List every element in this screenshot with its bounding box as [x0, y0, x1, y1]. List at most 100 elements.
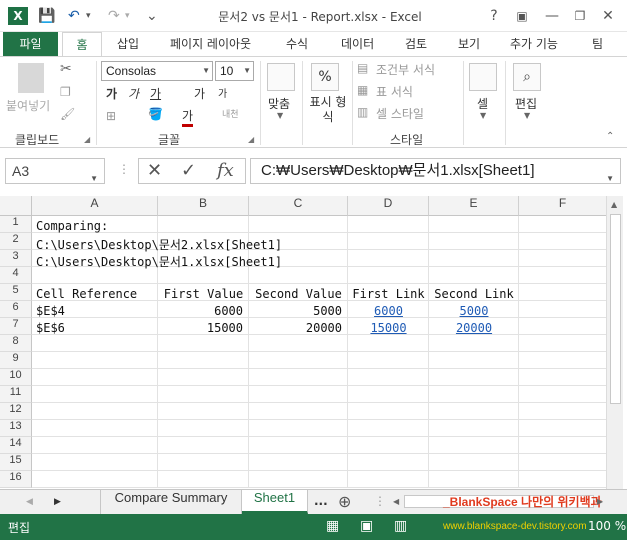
column-header-e[interactable]: E: [429, 196, 519, 216]
vertical-scroll-thumb[interactable]: [610, 214, 621, 404]
font-color-button[interactable]: 가: [182, 107, 194, 127]
add-sheet-icon[interactable]: ⊕: [338, 492, 351, 511]
tab-split-handle-icon[interactable]: ⋮: [374, 494, 386, 508]
chevron-down-icon[interactable]: ▼: [524, 111, 530, 120]
tab-review[interactable]: 검토: [405, 32, 427, 57]
row-header-16[interactable]: 16: [0, 471, 32, 488]
shrink-font-button[interactable]: 가: [218, 85, 227, 100]
undo-dropdown-icon[interactable]: ▾: [86, 6, 91, 26]
cell-a1[interactable]: Comparing:: [36, 219, 108, 236]
conditional-format-icon[interactable]: ▤: [357, 61, 368, 75]
row-header-13[interactable]: 13: [0, 420, 32, 437]
editing-button[interactable]: 편집: [515, 95, 537, 112]
tab-home[interactable]: 홈: [62, 32, 102, 58]
cell-e5[interactable]: Second Link: [429, 287, 519, 304]
cell-d5[interactable]: First Link: [348, 287, 429, 304]
bold-button[interactable]: 가: [106, 85, 117, 102]
number-format-icon[interactable]: %: [311, 63, 339, 91]
save-icon[interactable]: 💾: [38, 6, 55, 26]
cell-styles-icon[interactable]: ▥: [357, 105, 368, 119]
cell-c6[interactable]: 5000: [249, 304, 348, 321]
grow-font-button[interactable]: 가: [194, 85, 205, 102]
tab-view[interactable]: 보기: [458, 32, 480, 57]
restore-icon[interactable]: ❐: [568, 6, 592, 26]
tab-formulas[interactable]: 수식: [286, 32, 308, 57]
row-header-6[interactable]: 6: [0, 301, 32, 318]
cell-e7-link[interactable]: 20000: [429, 321, 519, 338]
expand-formula-icon[interactable]: ▼: [606, 167, 614, 191]
tab-file[interactable]: 파일: [3, 32, 58, 57]
zoom-level[interactable]: 100 %: [588, 519, 626, 533]
cells-button[interactable]: 셀: [477, 95, 488, 112]
help-icon[interactable]: ?: [482, 6, 506, 26]
cell-a3[interactable]: C:\Users\Desktop\문서1.xlsx[Sheet1]: [36, 253, 282, 270]
sheet-tab-compare-summary[interactable]: Compare Summary: [100, 490, 242, 514]
cell-a2[interactable]: C:\Users\Desktop\문서2.xlsx[Sheet1]: [36, 236, 282, 253]
page-break-view-icon[interactable]: ▥: [394, 518, 407, 534]
tab-data[interactable]: 데이터: [341, 32, 374, 57]
vertical-scrollbar[interactable]: ▲: [606, 196, 623, 489]
undo-icon[interactable]: ↶: [68, 6, 80, 26]
alignment-icon[interactable]: [267, 63, 295, 91]
cell-c5[interactable]: Second Value: [249, 287, 348, 304]
underline-button[interactable]: 가: [150, 85, 161, 102]
scroll-right-icon[interactable]: ▶: [597, 497, 603, 506]
column-header-a[interactable]: A: [32, 196, 158, 216]
row-header-14[interactable]: 14: [0, 437, 32, 454]
row-header-9[interactable]: 9: [0, 352, 32, 369]
row-header-3[interactable]: 3: [0, 250, 32, 267]
prev-sheet-icon[interactable]: ◀: [26, 497, 33, 507]
font-name-select[interactable]: Consolas ▼: [101, 61, 213, 81]
ribbon-options-icon[interactable]: ▣: [510, 6, 534, 26]
cell-d7-link[interactable]: 15000: [348, 321, 429, 338]
formula-bar-grip-icon[interactable]: ⋮: [118, 162, 130, 176]
cut-icon[interactable]: ✂: [60, 61, 72, 77]
next-sheet-icon[interactable]: ▶: [54, 497, 61, 507]
redo-icon[interactable]: ↷: [108, 6, 120, 26]
cell-a7[interactable]: $E$6: [36, 321, 65, 338]
enter-icon[interactable]: ✓: [181, 160, 196, 182]
row-header-1[interactable]: 1: [0, 216, 32, 233]
name-box[interactable]: A3 ▼: [5, 158, 105, 184]
cell-styles-button[interactable]: 셀 스타일: [376, 105, 424, 122]
page-layout-view-icon[interactable]: ▣: [360, 518, 373, 534]
border-icon[interactable]: ⊞: [106, 109, 116, 123]
font-size-select[interactable]: 10 ▼: [215, 61, 254, 81]
alignment-button[interactable]: 맞춤: [268, 95, 290, 112]
binoculars-icon[interactable]: ⌕: [513, 63, 541, 91]
customize-quick-access-icon[interactable]: ⌄: [146, 6, 158, 26]
cell-e6-link[interactable]: 5000: [429, 304, 519, 321]
sheet-tab-sheet1[interactable]: Sheet1: [242, 490, 308, 514]
collapse-ribbon-icon[interactable]: ⌃: [606, 131, 614, 142]
row-header-4[interactable]: 4: [0, 267, 32, 284]
formula-input[interactable]: C:₩Users₩Desktop₩문서1.xlsx[Sheet1] ▼: [250, 158, 621, 184]
chevron-down-icon[interactable]: ▼: [480, 111, 486, 120]
scroll-left-icon[interactable]: ◀: [393, 497, 399, 506]
font-launcher-icon[interactable]: ◢: [248, 135, 254, 144]
phonetic-button[interactable]: 내천: [222, 107, 239, 120]
number-format-button[interactable]: 표시 형식: [306, 95, 350, 125]
scroll-up-icon[interactable]: ▲: [611, 200, 617, 209]
select-all-corner[interactable]: [0, 196, 32, 216]
clipboard-launcher-icon[interactable]: ◢: [84, 135, 90, 144]
tab-team[interactable]: 팀: [592, 32, 603, 57]
row-header-5[interactable]: 5: [0, 284, 32, 301]
row-header-11[interactable]: 11: [0, 386, 32, 403]
table-format-icon[interactable]: ▦: [357, 83, 368, 97]
cell-b6[interactable]: 6000: [158, 304, 249, 321]
chevron-down-icon[interactable]: ▼: [277, 111, 283, 120]
more-sheets-button[interactable]: ...: [314, 494, 328, 508]
normal-view-icon[interactable]: ▦: [326, 518, 339, 534]
tab-add-ins[interactable]: 추가 기능: [510, 32, 558, 57]
column-header-d[interactable]: D: [348, 196, 429, 216]
table-format-button[interactable]: 표 서식: [376, 83, 413, 100]
cell-a5[interactable]: Cell Reference: [36, 287, 137, 304]
insert-function-icon[interactable]: fx: [217, 160, 234, 182]
close-icon[interactable]: ✕: [596, 6, 620, 26]
tab-insert[interactable]: 삽입: [117, 32, 139, 57]
paste-icon[interactable]: [18, 63, 44, 93]
row-header-8[interactable]: 8: [0, 335, 32, 352]
column-header-f[interactable]: F: [519, 196, 607, 216]
cell-c7[interactable]: 20000: [249, 321, 348, 338]
row-header-10[interactable]: 10: [0, 369, 32, 386]
